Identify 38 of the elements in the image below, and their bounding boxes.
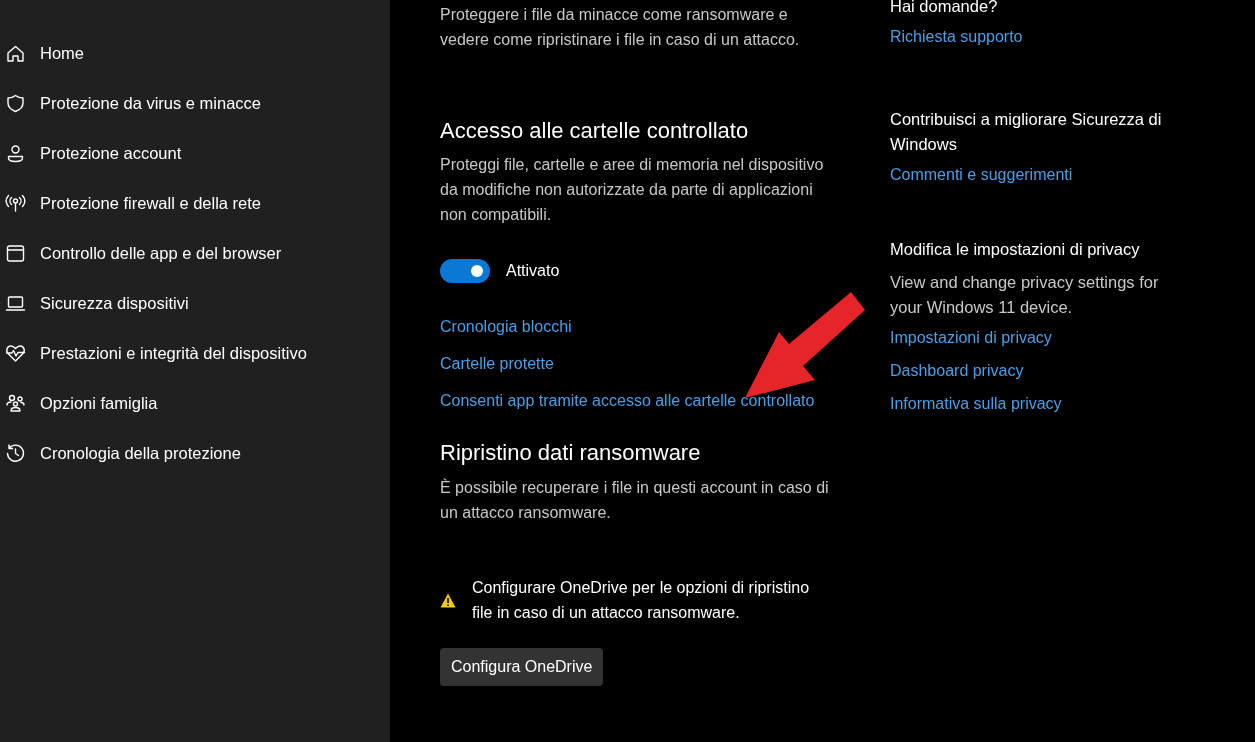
heartbeat-icon [5, 342, 26, 364]
link[interactable]: Dashboard privacy [890, 359, 1024, 383]
sidebar-item[interactable]: Cronologia della protezione [0, 428, 390, 478]
section-heading: Accesso alle cartelle controllato [440, 118, 750, 145]
person-icon [5, 142, 26, 164]
sidebar-item[interactable]: Prestazioni e integrità del dispositivo [0, 328, 390, 378]
section-description: Proteggi file, cartelle e aree di memoria nel dispositivo da modifiche non autorizzate da parte di applicazioni non compatibili. [440, 155, 825, 226]
toggle-switch[interactable] [440, 259, 490, 284]
aside-heading: Modifica le impostazioni di privacy [890, 239, 1141, 260]
configure-button[interactable]: Configura OneDrive [440, 647, 604, 686]
shield-icon [5, 92, 26, 114]
warning-text: Configurare OneDrive per le opzioni di ripristino file in caso di un attacco ransomware. [472, 577, 811, 624]
link[interactable]: Commenti e suggerimenti [890, 163, 1073, 187]
sidebar-item[interactable]: Opzioni famiglia [0, 378, 390, 428]
section-description: È possibile recuperare i file in questi account in caso di un attacco ransomware. [440, 477, 830, 523]
link[interactable]: Impostazioni di privacy [890, 326, 1052, 350]
aside-heading: Contribuisci a migliorare Sicurezza di Windows [890, 109, 1163, 155]
sidebar-item[interactable]: Protezione account [0, 128, 390, 178]
link[interactable]: Cronologia blocchi [440, 315, 572, 340]
aside-heading: Hai domande? [890, 0, 999, 17]
link[interactable]: Consenti app tramite accesso alle cartelle controllato [440, 389, 815, 414]
sidebar-item[interactable]: Protezione firewall e della rete [0, 178, 390, 228]
warning-icon [440, 592, 456, 608]
sidebar-item[interactable]: Sicurezza dispositivi [0, 278, 390, 328]
family-icon [5, 392, 26, 414]
link[interactable]: Cartelle protette [440, 352, 554, 377]
history-icon [5, 442, 26, 464]
browser-window-icon [5, 242, 26, 264]
intro-text: Proteggere i file da minacce come ransomware e vedere come ripristinare i file in caso di un attacco. [440, 5, 801, 50]
antenna-icon [5, 192, 26, 214]
toggle-label: Attivato [506, 261, 560, 282]
sidebar-item[interactable]: Protezione da virus e minacce [0, 78, 390, 128]
section-heading: Ripristino dati ransomware [440, 440, 702, 467]
sidebar-item[interactable]: Home [0, 28, 390, 78]
aside-description: View and change privacy settings for your Windows 11 device. [890, 272, 1160, 318]
link[interactable]: Richiesta supporto [890, 25, 1023, 49]
sidebar-item[interactable]: Controllo delle app e del browser [0, 228, 390, 278]
link[interactable]: Informativa sulla privacy [890, 392, 1062, 416]
